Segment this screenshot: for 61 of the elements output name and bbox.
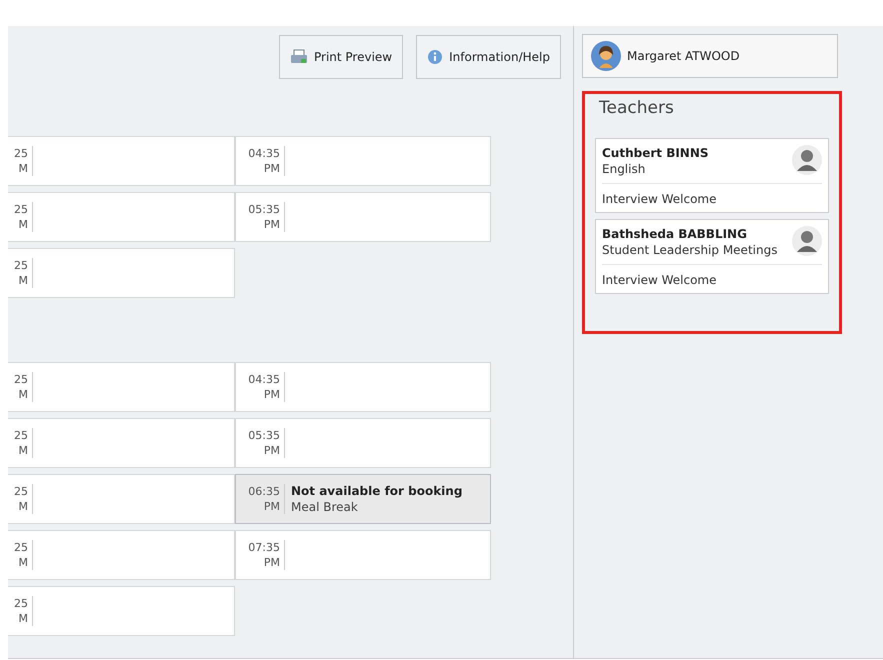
time-slot[interactable]: 07:35 PM — [235, 530, 491, 580]
slot-time: 25 — [13, 146, 28, 161]
slot-period: M — [18, 555, 28, 570]
time-slot[interactable]: 04:35 PM — [235, 362, 491, 412]
slot-period: PM — [262, 443, 280, 458]
teacher-name: Bathsheda BABBLING — [602, 226, 748, 242]
slot-time: 05:35 — [247, 202, 280, 217]
slot-period: M — [18, 499, 28, 514]
time-slot[interactable]: 25 M — [8, 136, 235, 186]
time-slot[interactable]: 25 M — [8, 248, 235, 298]
avatar-icon — [591, 41, 621, 71]
slot-time: 07:35 — [247, 540, 280, 555]
time-slot[interactable]: 05:35 PM — [235, 192, 491, 242]
slot-time: 25 — [13, 258, 28, 273]
slot-note: Meal Break — [291, 499, 359, 515]
slot-time: 25 — [13, 540, 28, 555]
user-name: Margaret ATWOOD — [627, 49, 740, 63]
slot-time: 04:35 — [247, 372, 280, 387]
time-slot[interactable]: 25 M — [8, 192, 235, 242]
slot-period: PM — [262, 387, 280, 402]
user-chip[interactable]: Margaret ATWOOD — [582, 34, 838, 78]
time-slot[interactable]: 25 M — [8, 418, 235, 468]
slot-period: PM — [262, 499, 280, 514]
interview-status: Interview Welcome — [602, 191, 718, 206]
time-slot[interactable]: 25 M — [8, 586, 235, 636]
teacher-card[interactable]: Cuthbert BINNS English Interview Welcome — [595, 138, 829, 213]
teacher-name: Cuthbert BINNS — [602, 145, 709, 161]
slot-time: 06:35 — [247, 484, 280, 499]
time-slot[interactable]: 05:35 PM — [235, 418, 491, 468]
slot-period: PM — [262, 161, 280, 176]
person-icon — [792, 145, 822, 175]
time-slot[interactable]: 25 M — [8, 362, 235, 412]
time-slot[interactable]: 04:35 PM — [235, 136, 491, 186]
slot-status: Not available for booking — [291, 483, 462, 499]
interview-status: Interview Welcome — [602, 272, 718, 287]
slot-period: M — [18, 443, 28, 458]
slot-time: 25 — [13, 428, 28, 443]
slot-time: 25 — [13, 484, 28, 499]
teacher-subject: Student Leadership Meetings — [602, 242, 778, 258]
slot-period: M — [18, 387, 28, 402]
help-button[interactable]: Information/Help — [416, 35, 561, 79]
panel-title: Teachers — [599, 98, 675, 118]
time-slot[interactable]: 25 M — [8, 530, 235, 580]
info-icon — [427, 49, 444, 65]
slot-period: M — [18, 161, 28, 176]
print-preview-button[interactable]: Print Preview — [278, 35, 404, 79]
teacher-card[interactable]: Bathsheda BABBLING Student Leadership Meetings Interview Welcome — [595, 219, 829, 294]
slot-period: M — [18, 217, 28, 232]
time-slot[interactable]: 25 M — [8, 474, 235, 524]
slot-time: 25 — [13, 596, 28, 611]
teacher-subject: English — [602, 161, 646, 177]
slot-period: M — [18, 611, 28, 626]
slot-time: 25 — [13, 372, 28, 387]
slot-time: 05:35 — [247, 428, 280, 443]
printer-icon — [290, 49, 308, 65]
slot-time: 25 — [13, 202, 28, 217]
person-icon — [792, 226, 822, 256]
slot-period: M — [18, 273, 28, 288]
slot-time: 04:35 — [247, 146, 280, 161]
slot-period: PM — [262, 555, 280, 570]
slot-period: PM — [262, 217, 280, 232]
